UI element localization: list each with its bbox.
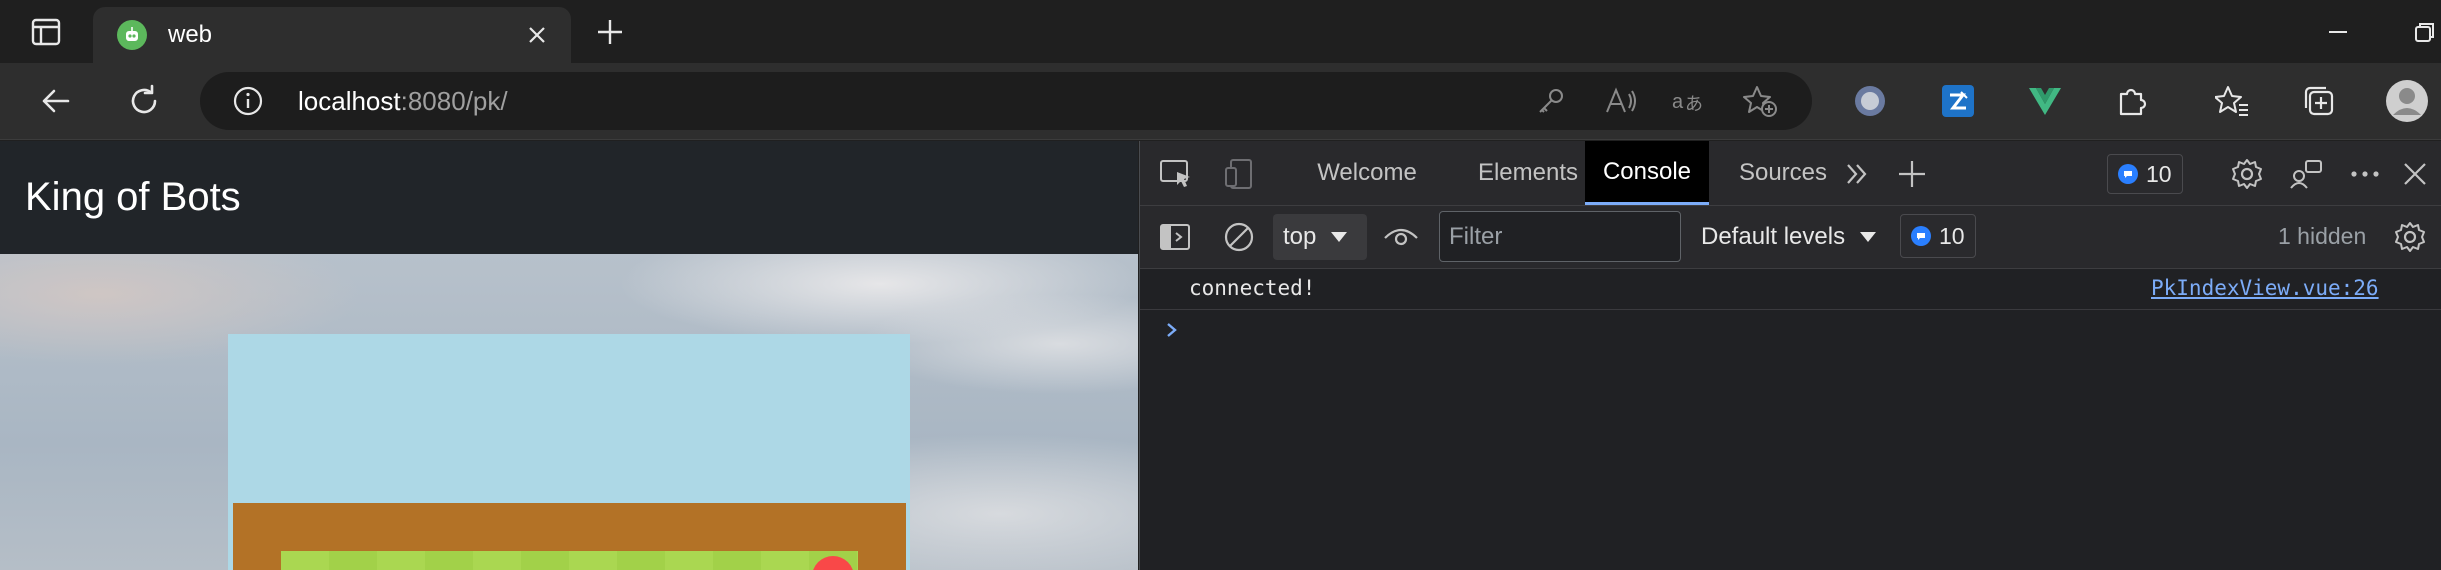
live-expression-eye-icon[interactable] — [1381, 219, 1421, 255]
vue-bot-favicon-icon — [117, 20, 147, 50]
messages-count: 10 — [1939, 222, 1965, 249]
show-sidebar-icon[interactable] — [1157, 219, 1193, 255]
tab-console[interactable]: Console — [1585, 141, 1709, 205]
favorite-add-icon[interactable] — [1741, 82, 1779, 120]
new-tab-icon[interactable] — [590, 14, 630, 50]
console-settings-gear-icon[interactable] — [2391, 218, 2429, 256]
close-devtools-icon[interactable] — [2396, 155, 2434, 193]
console-message-row: connected! PkIndexView.vue:26 — [1140, 269, 2441, 310]
minimize-window-icon[interactable] — [2318, 14, 2358, 50]
extension-circle-icon[interactable] — [1846, 77, 1894, 125]
back-arrow-icon[interactable] — [32, 77, 80, 125]
dropdown-triangle-icon — [1860, 232, 1877, 242]
log-levels-label: Default levels — [1701, 223, 1846, 250]
console-source-link[interactable]: PkIndexView.vue:26 — [2151, 276, 2379, 300]
log-levels-dropdown[interactable]: Default levels — [1701, 214, 1877, 260]
tab-elements[interactable]: Elements — [1454, 141, 1602, 205]
hidden-messages-count: 1 hidden — [2278, 223, 2367, 249]
message-icon — [1911, 226, 1931, 246]
svg-text:あ: あ — [1685, 94, 1703, 115]
vue-devtools-icon[interactable] — [2021, 77, 2069, 125]
tab-strip: web — [0, 0, 2441, 63]
url-host: localhost — [298, 86, 401, 116]
maximize-window-icon[interactable] — [2406, 14, 2441, 50]
inspect-element-icon[interactable] — [1158, 157, 1194, 191]
issues-badge[interactable]: 10 — [2107, 154, 2183, 194]
address-bar[interactable]: localhost:8080/pk/ aあ — [200, 72, 1812, 130]
url-text[interactable]: localhost:8080/pk/ — [298, 86, 508, 117]
game-map-grid — [281, 551, 858, 570]
svg-text:a: a — [1672, 91, 1684, 113]
collections-icon[interactable] — [2295, 77, 2343, 125]
refresh-icon[interactable] — [120, 77, 168, 125]
site-navbar: King of Bots — [0, 141, 1138, 254]
browser-toolbar: localhost:8080/pk/ aあ — [0, 63, 2441, 140]
key-icon[interactable] — [1532, 82, 1570, 120]
site-brand-link[interactable]: King of Bots — [25, 175, 241, 220]
extensions-puzzle-icon[interactable] — [2108, 77, 2156, 125]
issues-count: 10 — [2146, 160, 2172, 187]
translate-icon[interactable]: aあ — [1671, 82, 1709, 120]
messages-badge[interactable]: 10 — [1900, 214, 1976, 258]
more-tabs-chevron-icon[interactable] — [1840, 157, 1874, 191]
message-icon — [2118, 164, 2138, 184]
read-aloud-icon[interactable] — [1602, 82, 1640, 120]
console-output: connected! PkIndexView.vue:26 — [1140, 269, 2441, 570]
profile-avatar-icon[interactable] — [2383, 77, 2431, 125]
add-tool-plus-icon[interactable] — [1893, 155, 1931, 193]
browser-tab[interactable]: web — [93, 7, 571, 63]
favorites-icon[interactable] — [2208, 77, 2256, 125]
clear-console-icon[interactable] — [1221, 219, 1257, 255]
url-path: :8080/pk/ — [400, 86, 508, 116]
devtools-tabbar: Welcome Elements Console Sources 10 — [1140, 141, 2441, 206]
page-viewport: King of Bots — [0, 141, 1138, 570]
site-info-icon[interactable] — [232, 85, 264, 117]
console-toolbar: top Default levels 10 1 hidden — [1140, 206, 2441, 269]
settings-gear-icon[interactable] — [2228, 155, 2266, 193]
tab-sources[interactable]: Sources — [1723, 141, 1843, 205]
tab-actions-icon[interactable] — [26, 14, 66, 50]
context-select[interactable]: top — [1273, 214, 1367, 260]
tab-title: web — [168, 21, 213, 48]
context-value: top — [1283, 223, 1317, 250]
devtools-panel: Welcome Elements Console Sources 10 top … — [1139, 141, 2441, 570]
feedback-icon[interactable] — [2287, 155, 2325, 193]
more-options-icon[interactable] — [2346, 155, 2384, 193]
tab-welcome[interactable]: Welcome — [1294, 141, 1440, 205]
dropdown-triangle-icon — [1331, 232, 1348, 242]
console-message-text: connected! — [1189, 276, 1316, 300]
device-toolbar-icon[interactable] — [1222, 157, 1258, 191]
zotero-extension-icon[interactable] — [1934, 77, 1982, 125]
console-prompt-chevron-icon[interactable] — [1162, 320, 1182, 340]
filter-input[interactable] — [1439, 211, 1681, 262]
close-tab-icon[interactable] — [523, 21, 551, 49]
